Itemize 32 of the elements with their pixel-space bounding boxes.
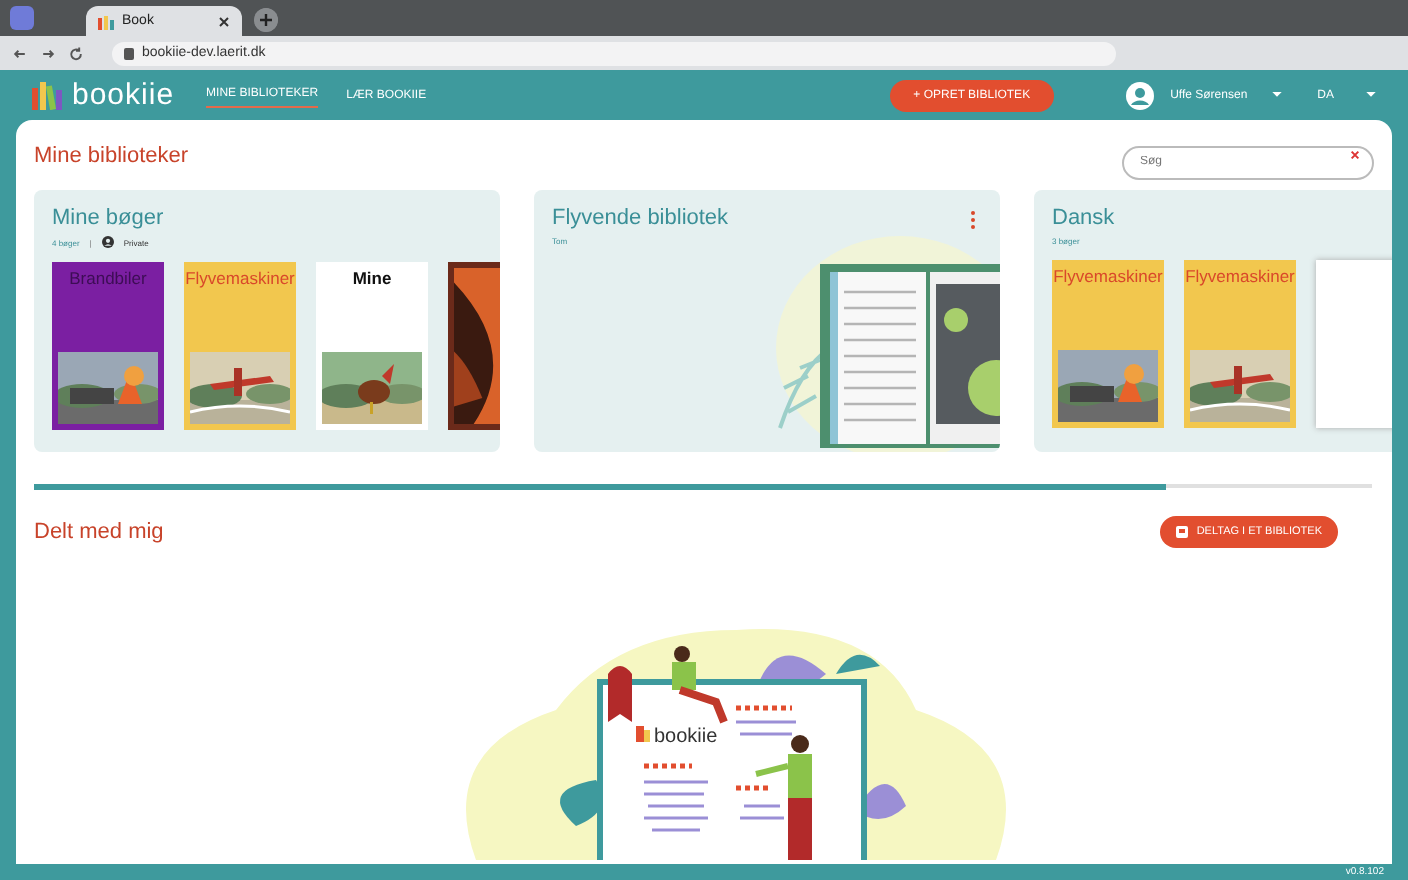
close-icon[interactable] — [218, 15, 230, 27]
cover-title: Brandbiler — [69, 268, 147, 288]
section-heading: Mine biblioteker — [34, 143, 189, 167]
reload-icon[interactable] — [68, 45, 84, 61]
favicon-icon — [98, 13, 114, 29]
cover-title: Flyvemaskiner — [185, 268, 295, 288]
forward-icon[interactable] — [40, 45, 56, 61]
cover-title: Flyvemaskiner — [1053, 266, 1163, 286]
book-cover[interactable]: Flyvemaskiner — [1052, 260, 1164, 428]
clear-icon[interactable] — [1350, 150, 1360, 160]
book-cover[interactable]: Mine — [316, 262, 428, 430]
library-icon — [1176, 526, 1189, 538]
cover-title: Flyvemaskiner — [1185, 266, 1295, 286]
scroll-bar[interactable] — [34, 484, 1372, 488]
new-tab-icon[interactable] — [254, 8, 278, 32]
book-cover[interactable]: Flyvemaskiner — [1184, 260, 1296, 428]
book-cover[interactable]: Brandbiler — [52, 262, 164, 430]
caret-icon — [1366, 92, 1376, 98]
logo-text: bookiie — [654, 726, 718, 748]
books-icon — [32, 81, 64, 109]
library-title: Dansk — [1052, 206, 1115, 230]
library-title: Flyvende bibliotek — [552, 206, 729, 230]
caret-icon — [1271, 92, 1282, 98]
avatar-icon[interactable] — [1126, 81, 1155, 109]
cover-title: Mine — [352, 268, 392, 288]
section-heading: Delt med mig — [34, 520, 164, 544]
logo-text: bookiie — [72, 78, 175, 112]
person-icon — [101, 236, 114, 248]
more-icon[interactable] — [970, 210, 976, 230]
back-icon[interactable] — [12, 45, 28, 61]
book-cover[interactable]: Flyvemaskiner — [184, 262, 296, 430]
library-title: Mine bøger — [52, 206, 164, 230]
